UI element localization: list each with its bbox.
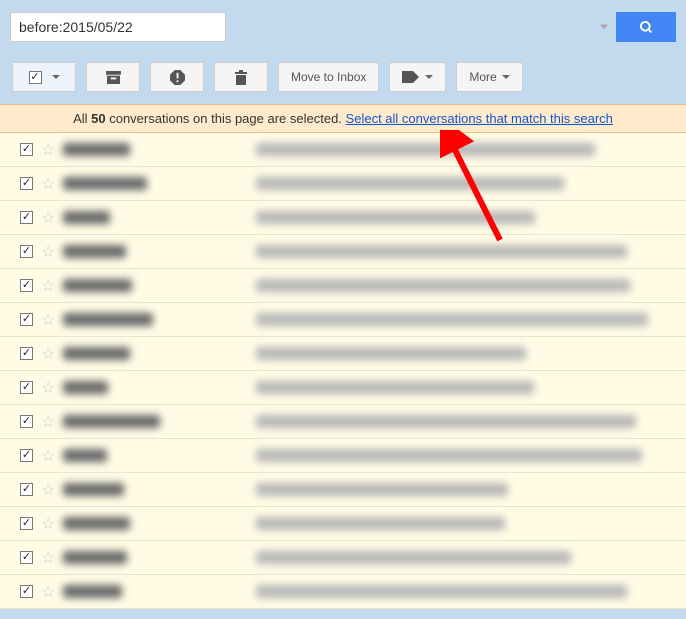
- star-icon[interactable]: ☆: [41, 582, 55, 602]
- star-icon[interactable]: ☆: [41, 310, 55, 330]
- subject-cell: [256, 347, 678, 360]
- banner-count: 50: [91, 111, 105, 126]
- star-icon[interactable]: ☆: [41, 514, 55, 534]
- sender-cell: [63, 551, 248, 564]
- email-row[interactable]: ☆: [0, 507, 686, 541]
- star-icon[interactable]: ☆: [41, 174, 55, 194]
- trash-icon: [235, 70, 247, 85]
- row-checkbox[interactable]: [20, 449, 33, 462]
- row-checkbox[interactable]: [20, 483, 33, 496]
- row-checkbox[interactable]: [20, 415, 33, 428]
- sender-cell: [63, 245, 248, 258]
- email-row[interactable]: ☆: [0, 269, 686, 303]
- email-row[interactable]: ☆: [0, 337, 686, 371]
- star-icon[interactable]: ☆: [41, 412, 55, 432]
- subject-cell: [256, 585, 678, 598]
- row-checkbox[interactable]: [20, 381, 33, 394]
- email-row[interactable]: ☆: [0, 133, 686, 167]
- row-checkbox[interactable]: [20, 347, 33, 360]
- row-checkbox[interactable]: [20, 211, 33, 224]
- email-row[interactable]: ☆: [0, 541, 686, 575]
- email-row[interactable]: ☆: [0, 201, 686, 235]
- sender-cell: [63, 381, 248, 394]
- subject-cell: [256, 211, 678, 224]
- star-icon[interactable]: ☆: [41, 378, 55, 398]
- star-icon[interactable]: ☆: [41, 276, 55, 296]
- row-checkbox[interactable]: [20, 585, 33, 598]
- search-options-dropdown[interactable]: [600, 25, 608, 30]
- banner-prefix: All: [73, 111, 91, 126]
- row-checkbox[interactable]: [20, 313, 33, 326]
- star-icon[interactable]: ☆: [41, 446, 55, 466]
- select-all-checkbox[interactable]: [29, 71, 42, 84]
- subject-cell: [256, 313, 678, 326]
- spam-button[interactable]: [150, 62, 204, 92]
- row-checkbox[interactable]: [20, 143, 33, 156]
- email-list: ☆ ☆ ☆ ☆ ☆ ☆ ☆ ☆ ☆ ☆ ☆ ☆ ☆ ☆: [0, 133, 686, 609]
- banner-mid: conversations on this page are selected.: [106, 111, 346, 126]
- chevron-down-icon: [425, 75, 433, 79]
- star-icon[interactable]: ☆: [41, 344, 55, 364]
- sender-cell: [63, 415, 248, 428]
- subject-cell: [256, 143, 678, 156]
- row-checkbox[interactable]: [20, 517, 33, 530]
- email-row[interactable]: ☆: [0, 167, 686, 201]
- row-checkbox[interactable]: [20, 279, 33, 292]
- email-row[interactable]: ☆: [0, 439, 686, 473]
- sender-cell: [63, 347, 248, 360]
- chevron-down-icon: [52, 75, 60, 79]
- chevron-down-icon: [502, 75, 510, 79]
- sender-cell: [63, 177, 248, 190]
- sender-cell: [63, 279, 248, 292]
- star-icon[interactable]: ☆: [41, 548, 55, 568]
- subject-cell: [256, 415, 678, 428]
- subject-cell: [256, 177, 678, 190]
- search-bar: [0, 0, 686, 54]
- email-row[interactable]: ☆: [0, 371, 686, 405]
- more-button[interactable]: More: [456, 62, 522, 92]
- row-checkbox[interactable]: [20, 245, 33, 258]
- sender-cell: [63, 483, 248, 496]
- spam-icon: [170, 70, 185, 85]
- subject-cell: [256, 551, 678, 564]
- subject-cell: [256, 483, 678, 496]
- search-icon: [639, 20, 654, 35]
- row-checkbox[interactable]: [20, 551, 33, 564]
- sender-cell: [63, 313, 248, 326]
- sender-cell: [63, 585, 248, 598]
- sender-cell: [63, 449, 248, 462]
- sender-cell: [63, 211, 248, 224]
- star-icon[interactable]: ☆: [41, 242, 55, 262]
- subject-cell: [256, 517, 678, 530]
- delete-button[interactable]: [214, 62, 268, 92]
- star-icon[interactable]: ☆: [41, 480, 55, 500]
- selection-banner: All 50 conversations on this page are se…: [0, 104, 686, 133]
- more-label: More: [469, 70, 496, 84]
- toolbar: Move to Inbox More: [0, 54, 686, 104]
- email-row[interactable]: ☆: [0, 575, 686, 609]
- email-row[interactable]: ☆: [0, 473, 686, 507]
- move-to-inbox-button[interactable]: Move to Inbox: [278, 62, 379, 92]
- row-checkbox[interactable]: [20, 177, 33, 190]
- label-icon: [402, 71, 419, 83]
- search-wrapper: [10, 12, 616, 42]
- subject-cell: [256, 279, 678, 292]
- subject-cell: [256, 381, 678, 394]
- search-button[interactable]: [616, 12, 676, 42]
- labels-button[interactable]: [389, 62, 446, 92]
- email-row[interactable]: ☆: [0, 235, 686, 269]
- email-row[interactable]: ☆: [0, 405, 686, 439]
- sender-cell: [63, 517, 248, 530]
- subject-cell: [256, 449, 678, 462]
- archive-icon: [106, 71, 121, 84]
- select-all-button[interactable]: [12, 62, 76, 92]
- subject-cell: [256, 245, 678, 258]
- email-row[interactable]: ☆: [0, 303, 686, 337]
- select-all-matching-link[interactable]: Select all conversations that match this…: [346, 111, 613, 126]
- star-icon[interactable]: ☆: [41, 140, 55, 160]
- archive-button[interactable]: [86, 62, 140, 92]
- star-icon[interactable]: ☆: [41, 208, 55, 228]
- sender-cell: [63, 143, 248, 156]
- search-input[interactable]: [10, 12, 226, 42]
